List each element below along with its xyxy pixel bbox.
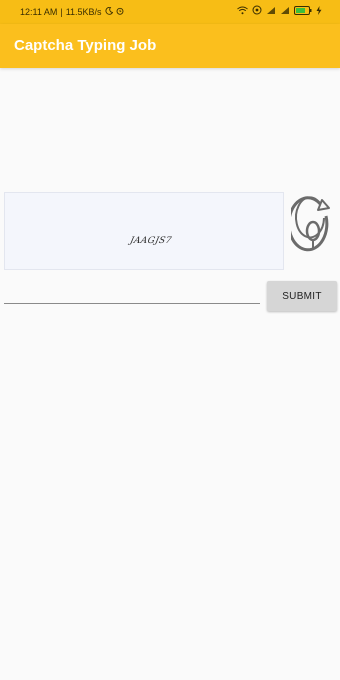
signal-icon [280, 6, 290, 17]
status-left: 12:11 AM | 11.5KB/s [20, 6, 124, 17]
moon-icon [105, 6, 113, 17]
battery-icon [294, 5, 312, 17]
status-separator: | [60, 7, 63, 17]
charging-icon [316, 5, 322, 17]
status-bar: 12:11 AM | 11.5KB/s [0, 0, 340, 24]
app-bar: Captcha Typing Job [0, 24, 340, 68]
app-title: Captcha Typing Job [14, 37, 157, 54]
submit-button[interactable]: SUBMIT [267, 281, 337, 311]
captcha-image [4, 192, 284, 270]
captcha-answer-input[interactable] [4, 282, 260, 304]
status-right [237, 5, 322, 17]
refresh-button[interactable] [287, 195, 335, 267]
wifi-icon [237, 6, 248, 17]
status-time: 12:11 AM [20, 7, 58, 17]
hotspot-icon [252, 5, 262, 17]
captcha-text: JAAGJS7 [128, 236, 173, 246]
refresh-icon [287, 195, 335, 267]
signal-icon [266, 6, 276, 17]
status-speed: 11.5KB/s [65, 7, 102, 17]
alarm-icon [116, 7, 124, 17]
